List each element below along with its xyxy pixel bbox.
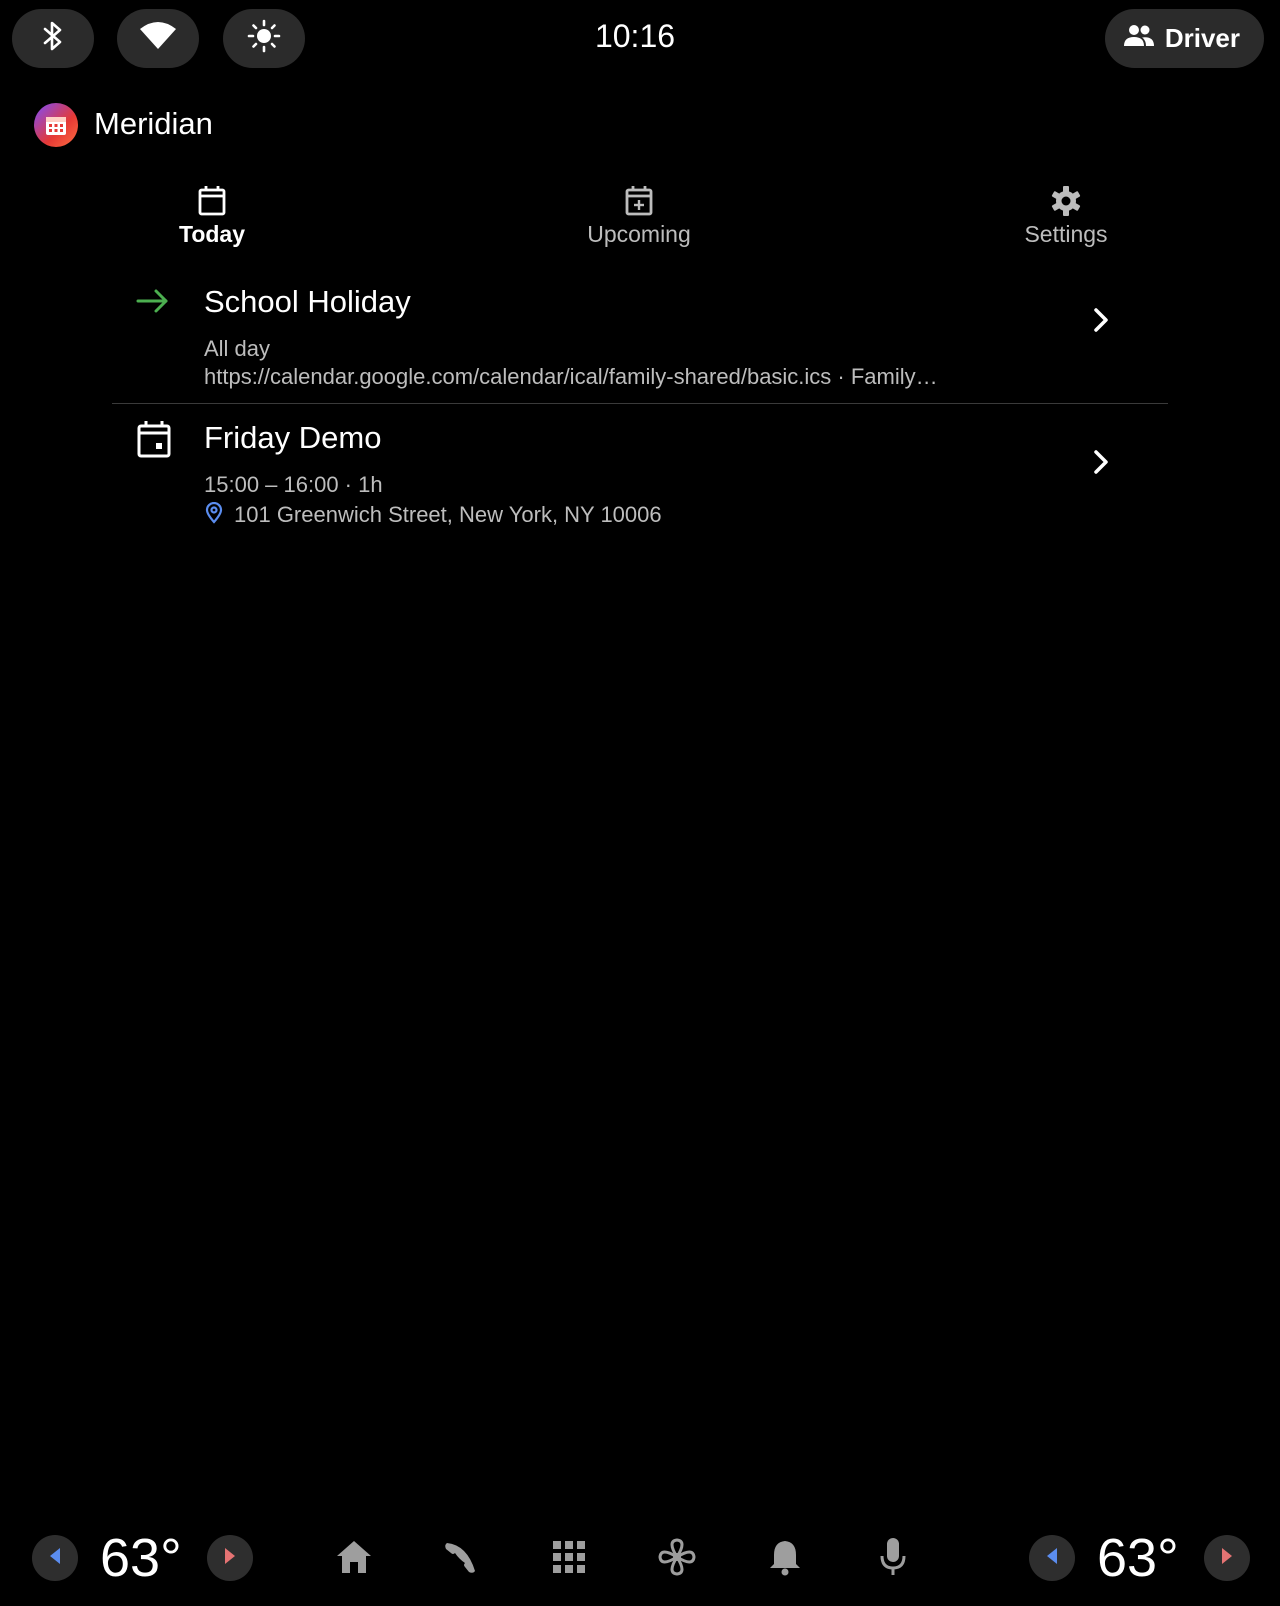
bluetooth-icon (40, 19, 66, 58)
apps-button[interactable] (548, 1538, 590, 1580)
calendar-event-icon (136, 420, 172, 463)
tab-label: Upcoming (587, 221, 691, 247)
home-button[interactable] (333, 1538, 375, 1580)
right-temperature[interactable]: 63° (1097, 1527, 1179, 1589)
profile-label: Driver (1164, 23, 1240, 53)
event-location: 101 Greenwich Street, New York, NY 10006 (234, 502, 662, 527)
apps-grid-icon (552, 1540, 586, 1579)
phone-button[interactable] (440, 1538, 482, 1580)
event-time: All day (204, 336, 271, 361)
caret-right-icon (223, 1547, 237, 1570)
event-source: https://calendar.google.com/calendar/ica… (204, 364, 938, 389)
bluetooth-button[interactable] (12, 9, 94, 68)
status-clock: 10:16 (594, 18, 676, 54)
tab-label: Today (178, 221, 246, 247)
tab-label: Settings (1024, 221, 1108, 247)
chevron-right-icon (1092, 448, 1110, 481)
caret-left-icon (48, 1547, 62, 1570)
caret-right-icon (1220, 1547, 1234, 1570)
home-icon (335, 1539, 373, 1580)
location-pin-icon (204, 501, 224, 529)
event-item-school-holiday[interactable]: School Holiday All day https://calendar.… (112, 282, 1168, 402)
calendar-icon (112, 185, 312, 217)
event-title: School Holiday (204, 284, 411, 319)
caret-left-icon (1045, 1547, 1059, 1570)
event-title: Friday Demo (204, 420, 382, 455)
wifi-icon (139, 21, 177, 56)
bell-icon (769, 1538, 801, 1581)
brightness-icon (247, 19, 281, 58)
arrow-right-icon (136, 288, 170, 319)
fan-button[interactable] (656, 1537, 698, 1582)
left-temp-decrease-button[interactable] (32, 1535, 78, 1581)
right-temp-decrease-button[interactable] (1029, 1535, 1075, 1581)
wifi-button[interactable] (117, 9, 199, 68)
chevron-right-icon (1092, 306, 1110, 339)
voice-button[interactable] (872, 1537, 914, 1582)
event-item-friday-demo[interactable]: Friday Demo 15:00 – 16:00 · 1h 101 Green… (112, 418, 1168, 538)
calendar-app-icon (34, 103, 78, 147)
tab-today[interactable]: Today (112, 185, 312, 248)
event-time: 15:00 – 16:00 · 1h (204, 472, 383, 497)
divider (112, 403, 1168, 404)
right-temp-increase-button[interactable] (1204, 1535, 1250, 1581)
brightness-button[interactable] (223, 9, 305, 68)
left-temp-increase-button[interactable] (207, 1535, 253, 1581)
fan-icon (657, 1537, 697, 1582)
people-icon (1123, 23, 1155, 54)
calendar-add-icon (539, 185, 739, 217)
microphone-icon (879, 1537, 907, 1582)
notifications-button[interactable] (764, 1538, 806, 1580)
phone-icon (443, 1539, 479, 1580)
gear-icon (966, 185, 1166, 217)
app-title: Meridian (94, 106, 213, 141)
profile-button[interactable]: Driver (1104, 9, 1264, 68)
tab-settings[interactable]: Settings (966, 185, 1166, 248)
tab-upcoming[interactable]: Upcoming (539, 185, 739, 248)
left-temperature[interactable]: 63° (100, 1527, 182, 1589)
